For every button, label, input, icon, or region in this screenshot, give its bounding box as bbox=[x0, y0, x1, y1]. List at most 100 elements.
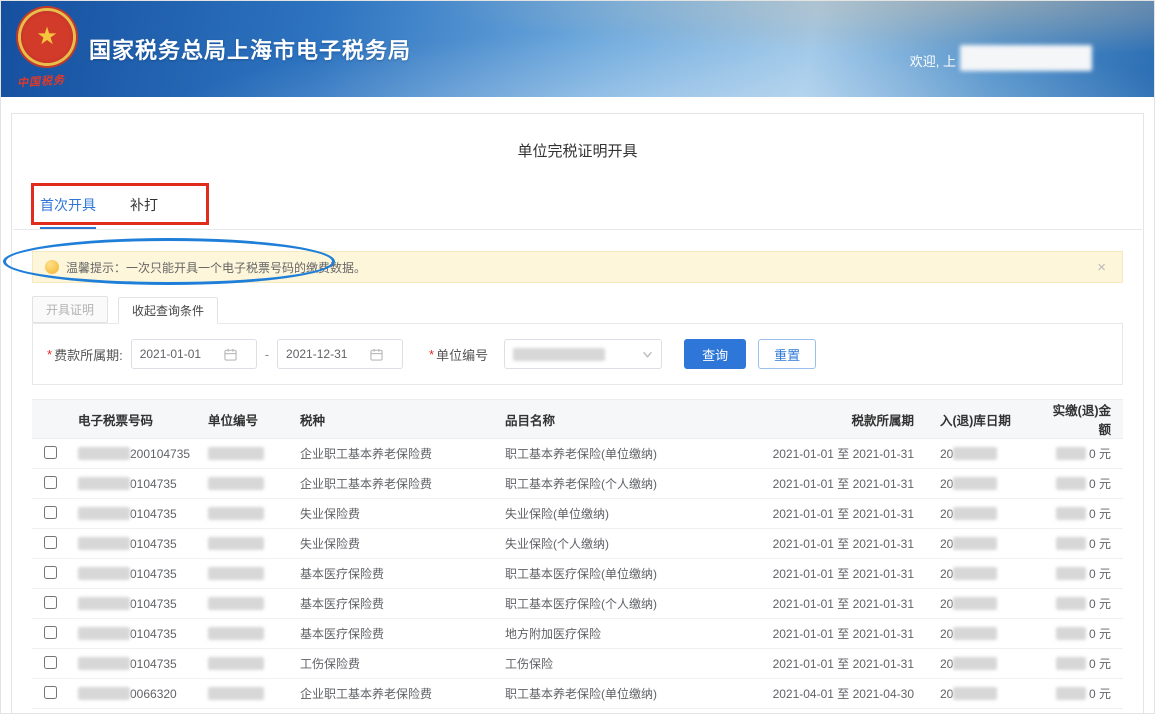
cell-unit-code bbox=[198, 589, 290, 619]
cell-entry-date: 20 bbox=[930, 439, 1035, 469]
redacted-unit-code bbox=[208, 447, 264, 460]
redacted-unit-code bbox=[208, 477, 264, 490]
site-title: 国家税务总局上海市电子税务局 bbox=[89, 33, 411, 65]
cell-item-name: 职工基本养老保险(单位缴纳) bbox=[495, 679, 735, 709]
table-row: 0104735失业保险费失业保险(个人缴纳)2021-01-01 至 2021-… bbox=[32, 529, 1123, 559]
redacted-entry-date bbox=[953, 687, 997, 700]
row-checkbox[interactable] bbox=[44, 686, 57, 699]
cell-amount: 0 元 bbox=[1035, 469, 1123, 499]
close-icon[interactable]: × bbox=[1093, 259, 1110, 276]
cell-tax-period: 2021-01-01 至 2021-01-31 bbox=[735, 439, 930, 469]
cell-tax-no: 200104735 bbox=[68, 439, 198, 469]
cell-amount: 0 元 bbox=[1035, 589, 1123, 619]
cell-tax-type: 企业职工基本养老保险费 bbox=[290, 679, 495, 709]
tab-bar: 首次开具 补打 bbox=[40, 195, 1143, 229]
required-mark: * bbox=[429, 347, 434, 362]
cell-amount: 0 元 bbox=[1035, 679, 1123, 709]
cell-entry-date: 20 bbox=[930, 529, 1035, 559]
period-end-input[interactable] bbox=[277, 339, 403, 369]
redacted-tax-no-prefix bbox=[78, 687, 130, 700]
star-icon: ★ bbox=[36, 25, 58, 49]
redacted-unit-code bbox=[208, 627, 264, 640]
period-separator: - bbox=[265, 347, 269, 362]
tab-reprint[interactable]: 补打 bbox=[130, 195, 158, 229]
unit-code-select[interactable] bbox=[504, 339, 662, 369]
cell-unit-code bbox=[198, 499, 290, 529]
table-header-row: 电子税票号码 单位编号 税种 品目名称 税款所属期 入(退)库日期 实缴(退)金… bbox=[32, 400, 1123, 439]
cell-amount: 0 元 bbox=[1035, 439, 1123, 469]
cell-tax-type: 失业保险费 bbox=[290, 529, 495, 559]
cell-tax-no: 0104735 bbox=[68, 649, 198, 679]
cell-tax-no: 0104735 bbox=[68, 499, 198, 529]
cell-tax-period: 2021-01-01 至 2021-01-31 bbox=[735, 499, 930, 529]
reset-button[interactable]: 重置 bbox=[758, 339, 816, 369]
cell-amount: 0 元 bbox=[1035, 499, 1123, 529]
cell-checkbox bbox=[32, 649, 68, 679]
results-table: 电子税票号码 单位编号 税种 品目名称 税款所属期 入(退)库日期 实缴(退)金… bbox=[32, 399, 1123, 714]
period-start-value[interactable] bbox=[140, 347, 224, 361]
header-entry-date: 入(退)库日期 bbox=[930, 400, 1035, 439]
redacted-unit-code bbox=[208, 687, 264, 700]
row-checkbox[interactable] bbox=[44, 626, 57, 639]
period-label: 费款所属期: bbox=[54, 345, 123, 364]
cell-checkbox bbox=[32, 679, 68, 709]
cell-tax-period: 2021-01-01 至 2021-01-31 bbox=[735, 529, 930, 559]
redacted-username bbox=[960, 45, 1092, 71]
cell-tax-type: 基本医疗保险费 bbox=[290, 589, 495, 619]
redacted-entry-date bbox=[953, 597, 997, 610]
table-row: 0104735基本医疗保险费职工基本医疗保险(单位缴纳)2021-01-01 至… bbox=[32, 559, 1123, 589]
row-checkbox[interactable] bbox=[44, 566, 57, 579]
unit-code-label: 单位编号 bbox=[436, 345, 488, 364]
redacted-unit-code bbox=[208, 507, 264, 520]
tab-first-issue[interactable]: 首次开具 bbox=[40, 195, 96, 229]
required-mark: * bbox=[47, 347, 52, 362]
redacted-amount bbox=[1056, 597, 1086, 610]
issue-certificate-button[interactable]: 开具证明 bbox=[32, 296, 108, 323]
row-checkbox[interactable] bbox=[44, 446, 57, 459]
cell-item-name: 职工基本养老保险(单位缴纳) bbox=[495, 439, 735, 469]
cell-tax-type: 基本医疗保险费 bbox=[290, 559, 495, 589]
table-row: 0104735企业职工基本养老保险费职工基本养老保险(个人缴纳)2021-01-… bbox=[32, 469, 1123, 499]
header-checkbox-cell bbox=[32, 400, 68, 439]
cell-amount: 0 元 bbox=[1035, 649, 1123, 679]
cell-unit-code bbox=[198, 469, 290, 499]
redacted-tax-no-prefix bbox=[78, 657, 130, 670]
redacted-tax-no-prefix bbox=[78, 537, 130, 550]
row-checkbox[interactable] bbox=[44, 656, 57, 669]
cell-tax-no: 0104735 bbox=[68, 559, 198, 589]
cell-tax-type: 企业职工基本养老保险费 bbox=[290, 439, 495, 469]
redacted-amount bbox=[1056, 477, 1086, 490]
redacted-entry-date bbox=[953, 657, 997, 670]
cell-entry-date: 20 bbox=[930, 559, 1035, 589]
warning-text: 温馨提示：一次只能开具一个电子税票号码的缴费数据。 bbox=[66, 259, 366, 276]
cell-item-name: 工伤保险 bbox=[495, 649, 735, 679]
redacted-amount bbox=[1056, 537, 1086, 550]
redacted-amount bbox=[1056, 447, 1086, 460]
redacted-unit-code bbox=[208, 597, 264, 610]
cell-tax-period: 2021-01-01 至 2021-01-31 bbox=[735, 589, 930, 619]
cell-item-name: 职工基本医疗保险(个人缴纳) bbox=[495, 589, 735, 619]
cell-entry-date: 20 bbox=[930, 679, 1035, 709]
row-checkbox[interactable] bbox=[44, 476, 57, 489]
row-checkbox[interactable] bbox=[44, 536, 57, 549]
redacted-unit-code bbox=[208, 537, 264, 550]
cell-tax-type: 基本医疗保险费 bbox=[290, 619, 495, 649]
period-end-value[interactable] bbox=[286, 347, 370, 361]
cell-tax-period: 2021-01-01 至 2021-01-31 bbox=[735, 649, 930, 679]
page-title: 单位完税证明开具 bbox=[12, 140, 1143, 161]
cell-item-name: 地方附加医疗保险 bbox=[495, 619, 735, 649]
table-row: 0104735基本医疗保险费地方附加医疗保险2021-01-01 至 2021-… bbox=[32, 619, 1123, 649]
redacted-unit-code bbox=[208, 657, 264, 670]
redacted-entry-date bbox=[953, 507, 997, 520]
table-row: 0066320企业职工基本养老保险费职工基本养老保险(单位缴纳)2021-04-… bbox=[32, 679, 1123, 709]
row-checkbox[interactable] bbox=[44, 596, 57, 609]
row-checkbox[interactable] bbox=[44, 506, 57, 519]
cell-unit-code bbox=[198, 529, 290, 559]
collapse-query-button[interactable]: 收起查询条件 bbox=[118, 297, 218, 324]
query-button[interactable]: 查询 bbox=[684, 339, 746, 369]
redacted-amount bbox=[1056, 627, 1086, 640]
cell-tax-no: 0104735 bbox=[68, 529, 198, 559]
calendar-icon bbox=[224, 348, 237, 361]
period-start-input[interactable] bbox=[131, 339, 257, 369]
redacted-entry-date bbox=[953, 627, 997, 640]
